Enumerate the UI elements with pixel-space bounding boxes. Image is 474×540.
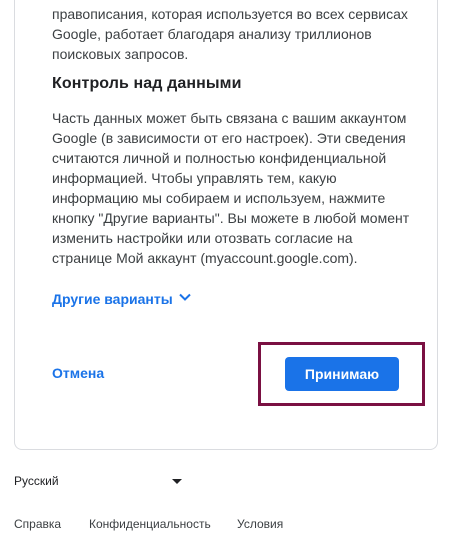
section-body: Часть данных может быть связана с вашим …: [52, 110, 410, 266]
dropdown-arrow-icon: [172, 478, 182, 484]
language-label: Русский: [14, 474, 59, 488]
footer-link-help[interactable]: Справка: [14, 517, 61, 531]
more-options-link[interactable]: Другие варианты: [52, 289, 193, 308]
more-options-label: Другие варианты: [52, 290, 173, 307]
accept-button[interactable]: Принимаю: [285, 357, 399, 391]
cancel-button[interactable]: Отмена: [52, 365, 104, 381]
intro-text: правописания, которая используется во вс…: [52, 6, 408, 62]
chevron-down-icon: [177, 289, 193, 308]
footer-link-terms[interactable]: Условия: [237, 517, 283, 531]
section-title: Контроль над данными: [52, 75, 242, 92]
language-select[interactable]: Русский: [14, 471, 184, 491]
consent-page: правописания, которая используется во вс…: [0, 0, 474, 540]
footer-link-privacy[interactable]: Конфиденциальность: [89, 517, 211, 531]
